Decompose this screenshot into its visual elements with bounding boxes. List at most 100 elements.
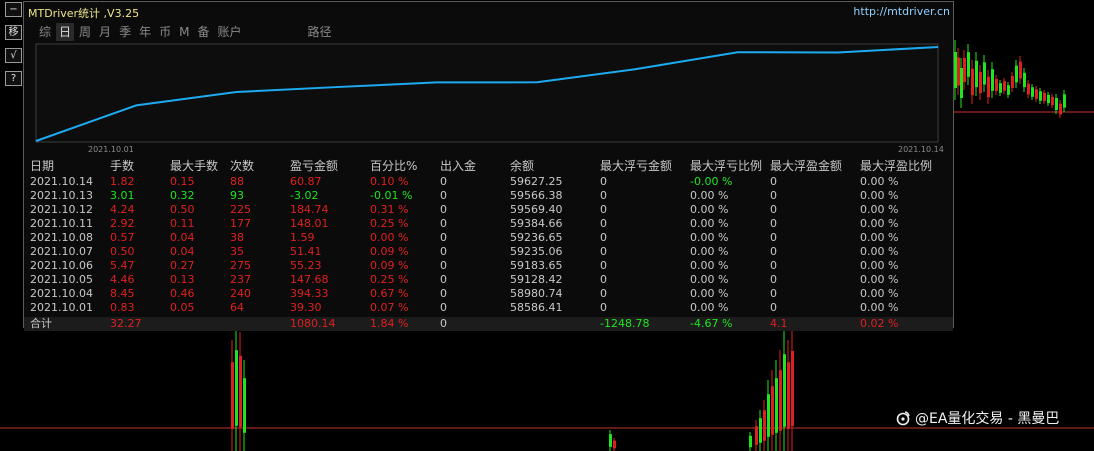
candle-body bbox=[239, 355, 242, 428]
cell-lots: 0.50 bbox=[110, 245, 135, 258]
candle-body bbox=[1003, 81, 1006, 91]
candle-body bbox=[791, 351, 794, 426]
cell-max-float-profit: 0 bbox=[770, 203, 777, 216]
cell-percent: 0.09 % bbox=[370, 259, 409, 272]
cell-date: 2021.10.01 bbox=[30, 301, 93, 314]
candle-body bbox=[231, 362, 234, 429]
header-max-float-loss: 最大浮亏金额 bbox=[600, 159, 673, 173]
website-link[interactable]: http://mtdriver.cn bbox=[853, 5, 950, 18]
cell-balance: 59569.40 bbox=[510, 203, 563, 216]
candle-body bbox=[975, 60, 978, 88]
cell-lots: 0.57 bbox=[110, 231, 135, 244]
tab-summary[interactable]: 综 bbox=[36, 23, 54, 41]
table-row: 2021.10.12 4.24 0.50 225 184.74 0.31 % 0 59569.… bbox=[24, 203, 953, 217]
cell-max-float-loss: 0 bbox=[600, 301, 607, 314]
cell-max-float-loss-pct: 0.00 % bbox=[690, 287, 729, 300]
cell-deposit: 0 bbox=[440, 259, 447, 272]
tab-path[interactable]: 路径 bbox=[305, 23, 335, 41]
cell-max-float-loss: 0 bbox=[600, 203, 607, 216]
cell-max-float-loss-pct: 0.00 % bbox=[690, 245, 729, 258]
candle-body bbox=[957, 57, 960, 86]
candle-body bbox=[1059, 103, 1062, 115]
equity-plot-frame bbox=[35, 43, 939, 143]
move-button[interactable]: 移 bbox=[5, 25, 22, 40]
candle-body bbox=[979, 72, 982, 93]
minimize-button[interactable]: − bbox=[5, 2, 22, 17]
tab-daily[interactable]: 日 bbox=[56, 23, 75, 41]
cell-percent: -0.01 % bbox=[370, 189, 413, 202]
tab-account[interactable]: 账户 bbox=[214, 23, 244, 41]
candle-body bbox=[963, 58, 966, 82]
candle-body bbox=[1031, 87, 1034, 97]
cell-max-lots: 0.11 bbox=[170, 217, 195, 230]
cell-max-lots: 0.50 bbox=[170, 203, 195, 216]
cell-profit: 60.87 bbox=[290, 175, 322, 188]
cell-percent: 0.25 % bbox=[370, 217, 409, 230]
candle-body bbox=[1015, 65, 1018, 83]
cell-max-float-loss: 0 bbox=[600, 217, 607, 230]
candle-body bbox=[755, 426, 758, 445]
cell-lots: 0.83 bbox=[110, 301, 135, 314]
cell-max-float-profit-pct: 0.00 % bbox=[860, 203, 899, 216]
tab-symbol[interactable]: 币 bbox=[156, 23, 174, 41]
table-row: 2021.10.07 0.50 0.04 35 51.41 0.09 % 0 59235.06… bbox=[24, 245, 953, 259]
cell-profit: 51.41 bbox=[290, 245, 322, 258]
candle-body bbox=[779, 370, 782, 431]
check-button[interactable]: √ bbox=[5, 48, 22, 63]
cell-percent: 0.10 % bbox=[370, 175, 409, 188]
cell-max-float-loss-pct: 0.00 % bbox=[690, 189, 729, 202]
cell-profit: 148.01 bbox=[290, 217, 329, 230]
cell-deposit: 0 bbox=[440, 287, 447, 300]
cell-lots: 8.45 bbox=[110, 287, 135, 300]
cell-max-float-profit-pct: 0.00 % bbox=[860, 231, 899, 244]
cell-date: 2021.10.04 bbox=[30, 287, 93, 300]
candle-body bbox=[1035, 89, 1038, 99]
cell-max-float-profit-pct: 0.00 % bbox=[860, 301, 899, 314]
cell-lots: 1.82 bbox=[110, 175, 135, 188]
cell-date: 2021.10.06 bbox=[30, 259, 93, 272]
table-row: 2021.10.14 1.82 0.15 88 60.87 0.10 % 0 59627.25… bbox=[24, 175, 953, 189]
cell-balance: 59128.42 bbox=[510, 273, 563, 286]
cell-percent: 0.25 % bbox=[370, 273, 409, 286]
cell-count: 240 bbox=[230, 287, 251, 300]
candle-body bbox=[775, 378, 778, 433]
cell-deposit: 0 bbox=[440, 189, 447, 202]
candle-body bbox=[1063, 94, 1066, 108]
cell-max-float-profit: 0 bbox=[770, 245, 777, 258]
help-button[interactable]: ? bbox=[5, 71, 22, 86]
cell-balance: 59183.65 bbox=[510, 259, 563, 272]
tab-backup[interactable]: 备 bbox=[194, 23, 212, 41]
table-row: 2021.10.13 3.01 0.32 93 -3.02 -0.01 % 0 59566.3… bbox=[24, 189, 953, 203]
cell-percent: 0.07 % bbox=[370, 301, 409, 314]
header-balance: 余额 bbox=[510, 159, 535, 173]
cell-max-float-profit: 0 bbox=[770, 189, 777, 202]
candle-body bbox=[763, 410, 766, 441]
cell-profit: 1.59 bbox=[290, 231, 315, 244]
cell-count: 64 bbox=[230, 301, 244, 314]
cell-max-float-profit-pct: 0.00 % bbox=[860, 189, 899, 202]
cell-max-float-profit-pct: 0.00 % bbox=[860, 259, 899, 272]
cell-max-float-profit: 0 bbox=[770, 259, 777, 272]
candle-body bbox=[749, 435, 752, 448]
tab-quarterly[interactable]: 季 bbox=[116, 23, 134, 41]
equity-curve-chart: 2021.10.01 2021.10.14 bbox=[35, 43, 944, 154]
tab-weekly[interactable]: 周 bbox=[76, 23, 94, 41]
cell-lots: 4.24 bbox=[110, 203, 135, 216]
candle-body bbox=[1027, 83, 1030, 95]
table-row: 2021.10.04 8.45 0.46 240 394.33 0.67 % 0 58980.… bbox=[24, 287, 953, 301]
cell-balance: 59384.66 bbox=[510, 217, 563, 230]
cell-max-lots: 0.27 bbox=[170, 259, 195, 272]
header-max-float-profit-pct: 最大浮盈比例 bbox=[860, 159, 933, 173]
cell-max-float-loss-pct: 0.00 % bbox=[690, 259, 729, 272]
cell-count: 177 bbox=[230, 217, 251, 230]
tab-monthly[interactable]: 月 bbox=[96, 23, 114, 41]
tab-magic[interactable]: M bbox=[176, 23, 192, 41]
cell-date: 2021.10.08 bbox=[30, 231, 93, 244]
tab-yearly[interactable]: 年 bbox=[136, 23, 154, 41]
candle-body bbox=[971, 68, 974, 96]
cell-count: 225 bbox=[230, 203, 251, 216]
cell-max-float-loss: 0 bbox=[600, 287, 607, 300]
cell-count: 35 bbox=[230, 245, 244, 258]
cell-max-float-profit-pct: 0.00 % bbox=[860, 217, 899, 230]
cell-max-float-loss-pct: 0.00 % bbox=[690, 231, 729, 244]
